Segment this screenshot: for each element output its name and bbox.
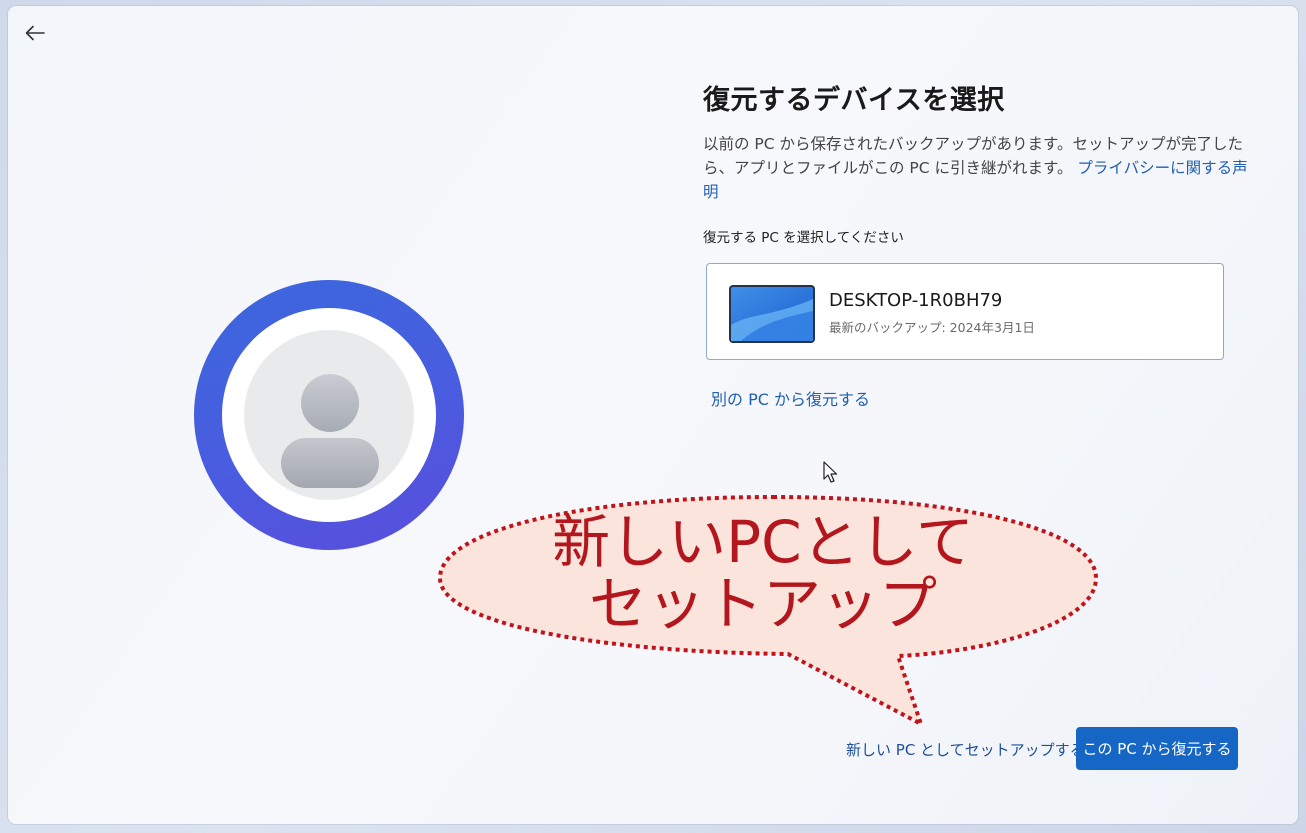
pc-backup-card[interactable]: DESKTOP-1R0BH79 最新のバックアップ: 2024年3月1日	[706, 263, 1224, 360]
setup-window: 復元するデバイスを選択 以前の PC から保存されたバックアップがあります。セッ…	[8, 6, 1298, 824]
callout-line1: 新しいPCとして	[552, 508, 974, 576]
description: 以前の PC から保存されたバックアップがあります。セットアップが完了したら、ア…	[703, 132, 1263, 204]
mouse-pointer-icon	[823, 461, 838, 483]
select-pc-label: 復元する PC を選択してください	[703, 230, 904, 246]
avatar-body	[281, 438, 379, 488]
callout-line2: セットアップ	[588, 570, 937, 638]
back-arrow-icon	[25, 25, 45, 41]
page-title: 復元するデバイスを選択	[703, 85, 1005, 116]
pc-name: DESKTOP-1R0BH79	[829, 290, 1003, 311]
avatar-head	[301, 374, 359, 432]
callout-text: 新しいPCとして セットアップ	[438, 511, 1088, 635]
restore-from-other-pc-link[interactable]: 別の PC から復元する	[711, 386, 870, 410]
back-button[interactable]	[22, 20, 48, 46]
last-backup-date: 最新のバックアップ: 2024年3月1日	[829, 320, 1035, 335]
user-avatar-icon	[194, 280, 464, 550]
desktop-wallpaper-icon	[729, 285, 815, 343]
restore-from-this-pc-button[interactable]: この PC から復元する	[1076, 727, 1238, 770]
setup-as-new-pc-link[interactable]: 新しい PC としてセットアップする	[846, 739, 1085, 760]
